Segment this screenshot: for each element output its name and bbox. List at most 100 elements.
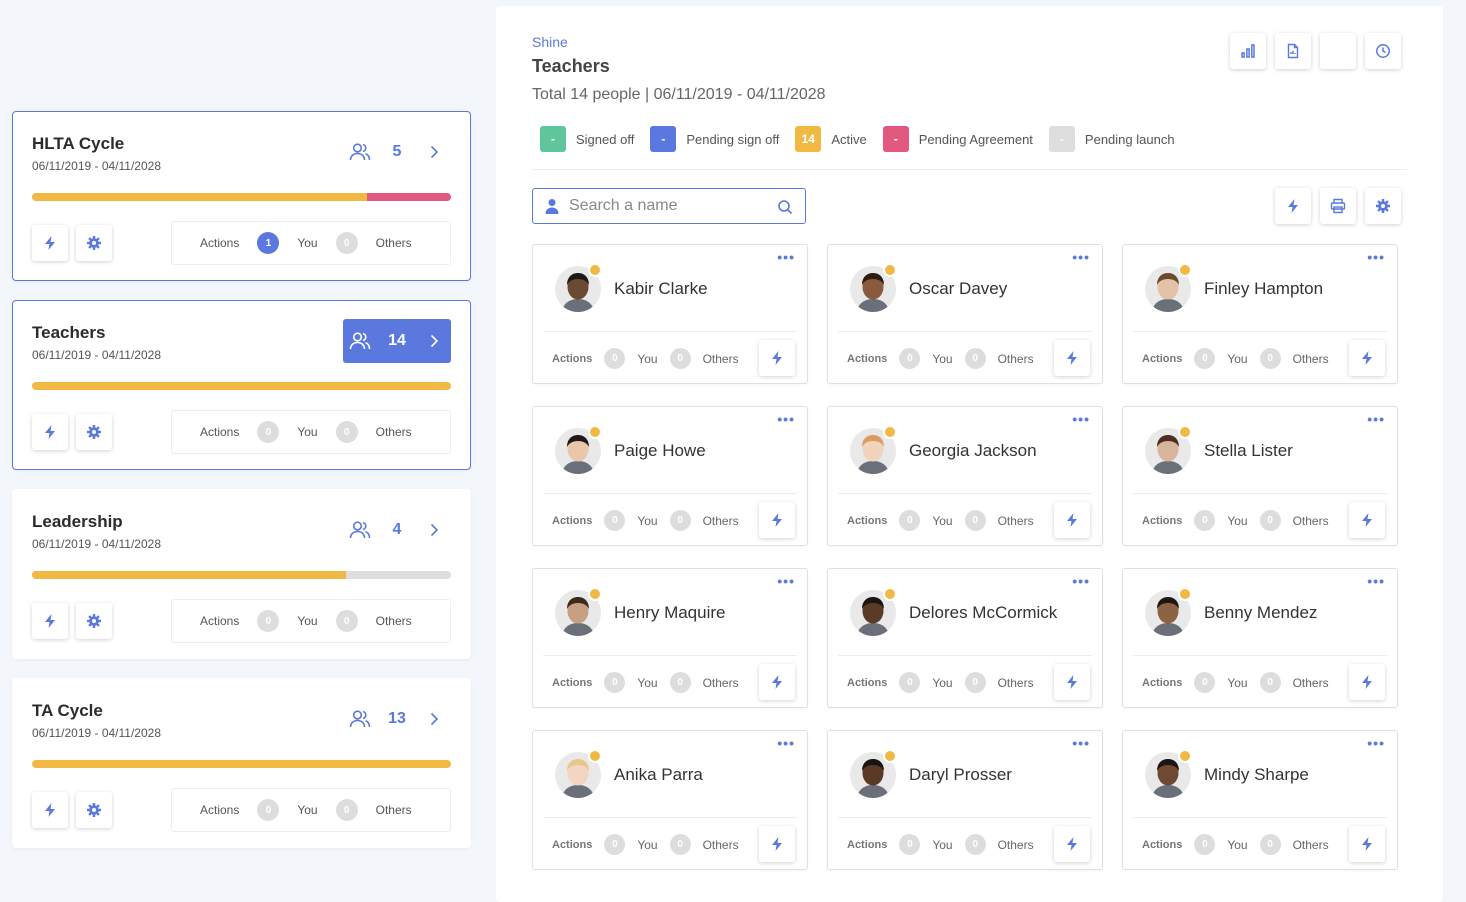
group-card[interactable]: TA Cycle 06/11/2019 - 04/11/2028 13 Acti…	[12, 678, 471, 848]
more-options-icon[interactable]: •••	[1072, 249, 1090, 265]
person-actions-summary[interactable]: Actions 0 You 0 Others	[1142, 834, 1329, 855]
person-name[interactable]: Anika Parra	[614, 765, 703, 785]
group-actions-summary[interactable]: Actions 0 You 0 Others	[171, 788, 451, 832]
person-action-button[interactable]	[1349, 502, 1385, 538]
person-action-button[interactable]	[1349, 664, 1385, 700]
person-name[interactable]: Mindy Sharpe	[1204, 765, 1309, 785]
person-actions-summary[interactable]: Actions 0 You 0 Others	[1142, 348, 1329, 369]
person-actions-summary[interactable]: Actions 0 You 0 Others	[552, 672, 739, 693]
blank-button[interactable]	[1320, 33, 1356, 69]
person-name[interactable]: Henry Maquire	[614, 603, 726, 623]
search-input[interactable]	[569, 197, 769, 215]
group-settings-button[interactable]	[76, 225, 112, 261]
more-options-icon[interactable]: •••	[777, 249, 795, 265]
group-card[interactable]: Leadership 06/11/2019 - 04/11/2028 4 Act…	[12, 489, 471, 659]
person-name[interactable]: Kabir Clarke	[614, 279, 708, 299]
person-card[interactable]: ••• Benny Mendez Actions 0 You 0 Others	[1122, 568, 1398, 708]
legend-item[interactable]: 14 Active	[795, 126, 867, 152]
person-card[interactable]: ••• Georgia Jackson Actions 0 You 0 Othe…	[827, 406, 1103, 546]
group-actions-summary[interactable]: Actions 0 You 0 Others	[171, 410, 451, 454]
person-actions-summary[interactable]: Actions 0 You 0 Others	[1142, 672, 1329, 693]
group-actions-summary[interactable]: Actions 1 You 0 Others	[171, 221, 451, 265]
group-open-button[interactable]: 5	[343, 130, 451, 174]
person-action-button[interactable]	[1054, 664, 1090, 700]
person-name[interactable]: Stella Lister	[1204, 441, 1293, 461]
status-indicator	[588, 425, 602, 439]
person-action-button[interactable]	[759, 340, 795, 376]
legend-item[interactable]: - Pending launch	[1048, 126, 1175, 152]
more-options-icon[interactable]: •••	[1072, 573, 1090, 589]
person-name[interactable]: Paige Howe	[614, 441, 706, 461]
group-card[interactable]: Teachers 06/11/2019 - 04/11/2028 14 Acti…	[12, 300, 471, 470]
more-options-icon[interactable]: •••	[1367, 735, 1385, 751]
group-open-button[interactable]: 4	[343, 508, 451, 552]
group-open-button[interactable]: 13	[343, 697, 451, 741]
person-actions-summary[interactable]: Actions 0 You 0 Others	[552, 834, 739, 855]
person-action-button[interactable]	[759, 826, 795, 862]
person-action-button[interactable]	[1054, 340, 1090, 376]
person-actions-summary[interactable]: Actions 0 You 0 Others	[1142, 510, 1329, 531]
person-action-button[interactable]	[1054, 826, 1090, 862]
person-actions-summary[interactable]: Actions 0 You 0 Others	[552, 348, 739, 369]
more-options-icon[interactable]: •••	[1072, 735, 1090, 751]
divider	[838, 655, 1092, 656]
group-settings-button[interactable]	[76, 603, 112, 639]
person-name[interactable]: Benny Mendez	[1204, 603, 1317, 623]
person-name[interactable]: Georgia Jackson	[909, 441, 1037, 461]
group-action-button[interactable]	[32, 414, 68, 450]
person-card[interactable]: ••• Oscar Davey Actions 0 You 0 Others	[827, 244, 1103, 384]
search-box[interactable]	[532, 188, 806, 224]
person-card[interactable]: ••• Paige Howe Actions 0 You 0 Others	[532, 406, 808, 546]
report-button[interactable]	[1275, 33, 1311, 69]
print-button[interactable]	[1320, 188, 1356, 224]
person-name[interactable]: Oscar Davey	[909, 279, 1007, 299]
group-settings-button[interactable]	[76, 792, 112, 828]
group-settings-button[interactable]	[76, 414, 112, 450]
group-actions-summary[interactable]: Actions 0 You 0 Others	[171, 599, 451, 643]
group-action-button[interactable]	[32, 225, 68, 261]
chart-button[interactable]	[1230, 33, 1266, 69]
more-options-icon[interactable]: •••	[1367, 249, 1385, 265]
legend-item[interactable]: - Pending Agreement	[882, 126, 1033, 152]
more-options-icon[interactable]: •••	[777, 573, 795, 589]
breadcrumb[interactable]: Shine	[532, 34, 568, 50]
actions-label: Actions	[847, 514, 888, 527]
person-card[interactable]: ••• Daryl Prosser Actions 0 You 0 Others	[827, 730, 1103, 870]
actions-label: Actions	[552, 838, 593, 851]
search-icon[interactable]	[777, 199, 793, 215]
bulk-action-button[interactable]	[1275, 188, 1311, 224]
person-actions-summary[interactable]: Actions 0 You 0 Others	[847, 348, 1034, 369]
person-name[interactable]: Delores McCormick	[909, 603, 1057, 623]
person-card[interactable]: ••• Mindy Sharpe Actions 0 You 0 Others	[1122, 730, 1398, 870]
history-button[interactable]	[1365, 33, 1401, 69]
group-action-button[interactable]	[32, 603, 68, 639]
person-card[interactable]: ••• Stella Lister Actions 0 You 0 Others	[1122, 406, 1398, 546]
person-actions-summary[interactable]: Actions 0 You 0 Others	[847, 510, 1034, 531]
person-card[interactable]: ••• Henry Maquire Actions 0 You 0 Others	[532, 568, 808, 708]
person-action-button[interactable]	[759, 664, 795, 700]
person-action-button[interactable]	[1349, 826, 1385, 862]
group-action-button[interactable]	[32, 792, 68, 828]
person-card[interactable]: ••• Kabir Clarke Actions 0 You 0 Others	[532, 244, 808, 384]
person-name[interactable]: Finley Hampton	[1204, 279, 1323, 299]
settings-button[interactable]	[1365, 188, 1401, 224]
person-actions-summary[interactable]: Actions 0 You 0 Others	[847, 834, 1034, 855]
more-options-icon[interactable]: •••	[1367, 411, 1385, 427]
person-card[interactable]: ••• Delores McCormick Actions 0 You 0 Ot…	[827, 568, 1103, 708]
more-options-icon[interactable]: •••	[777, 735, 795, 751]
person-card[interactable]: ••• Anika Parra Actions 0 You 0 Others	[532, 730, 808, 870]
legend-item[interactable]: - Signed off	[540, 126, 634, 152]
person-name[interactable]: Daryl Prosser	[909, 765, 1012, 785]
more-options-icon[interactable]: •••	[777, 411, 795, 427]
group-card[interactable]: HLTA Cycle 06/11/2019 - 04/11/2028 5 Act…	[12, 111, 471, 281]
person-actions-summary[interactable]: Actions 0 You 0 Others	[847, 672, 1034, 693]
person-action-button[interactable]	[1054, 502, 1090, 538]
person-action-button[interactable]	[759, 502, 795, 538]
person-card[interactable]: ••• Finley Hampton Actions 0 You 0 Other…	[1122, 244, 1398, 384]
more-options-icon[interactable]: •••	[1367, 573, 1385, 589]
person-actions-summary[interactable]: Actions 0 You 0 Others	[552, 510, 739, 531]
group-open-button[interactable]: 14	[343, 319, 451, 363]
person-action-button[interactable]	[1349, 340, 1385, 376]
more-options-icon[interactable]: •••	[1072, 411, 1090, 427]
legend-item[interactable]: - Pending sign off	[650, 126, 779, 152]
